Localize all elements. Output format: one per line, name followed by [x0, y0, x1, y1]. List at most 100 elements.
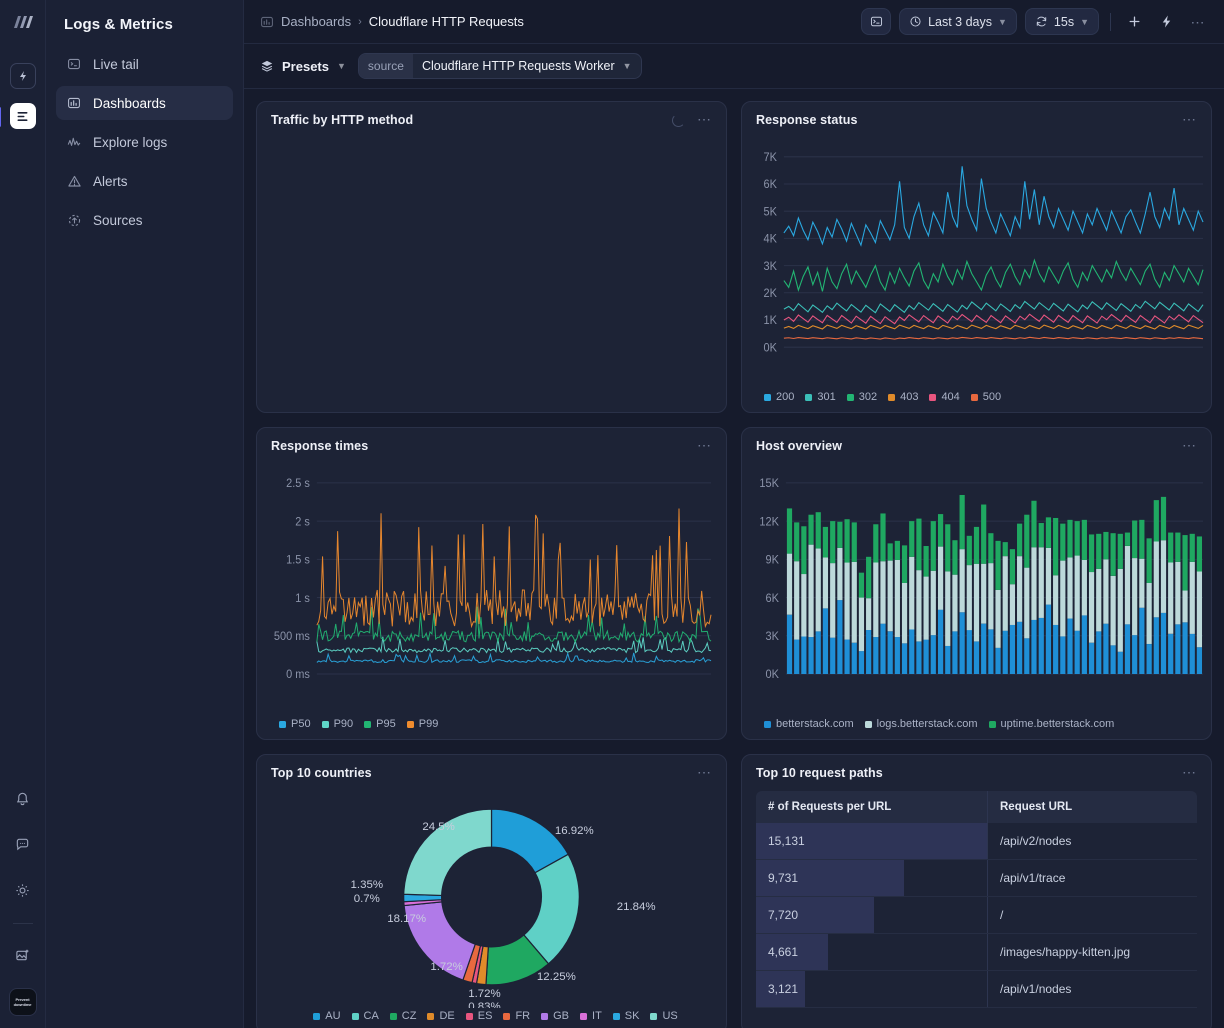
svg-text:7K: 7K	[764, 152, 778, 164]
more-dots-icon: ⋯	[1182, 111, 1197, 127]
legend-item[interactable]: uptime.betterstack.com	[988, 718, 1114, 730]
panel-menu-button[interactable]: ⋯	[1182, 437, 1197, 455]
legend-item[interactable]: 302	[846, 391, 877, 403]
donut-slice-label: 21.84%	[617, 901, 656, 913]
terminal-toggle-button[interactable]	[861, 8, 892, 35]
legend-label: betterstack.com	[776, 718, 854, 730]
panel-menu-button[interactable]: ⋯	[1182, 764, 1197, 782]
sidebar-item-explore-logs[interactable]: Explore logs	[56, 125, 233, 159]
more-dots-icon: ⋯	[697, 437, 712, 453]
legend-label: 403	[900, 391, 919, 403]
legend-swatch	[846, 393, 854, 401]
legend-item[interactable]: US	[650, 1010, 678, 1022]
refresh-interval-label: 15s	[1053, 14, 1075, 29]
legend-item[interactable]: P50	[279, 718, 311, 730]
source-filter-key: source	[358, 54, 413, 78]
legend-label: CZ	[401, 1010, 417, 1022]
panel-title: Host overview	[756, 439, 843, 453]
add-panel-button[interactable]	[1122, 10, 1146, 34]
response-times-chart[interactable]: 0 ms 500 ms 1 s 1.5 s 2 s 2.5 s	[257, 464, 726, 716]
legend-label: GB	[553, 1010, 570, 1022]
legend-item[interactable]: P90	[321, 718, 353, 730]
panel-menu-button[interactable]: ⋯	[697, 764, 712, 782]
table-row[interactable]: 9,731/api/v1/trace	[756, 860, 1197, 897]
panel-menu-button[interactable]: ⋯	[1182, 111, 1197, 129]
legend-item[interactable]: ES	[465, 1010, 492, 1022]
countries-legend: AU CA CZ DE ES FR GB IT SK US	[257, 1008, 726, 1028]
legend-item[interactable]: IT	[580, 1010, 602, 1022]
table-row[interactable]: 7,720 /	[756, 897, 1197, 934]
legend-item[interactable]: 500	[970, 391, 1001, 403]
panel-title: Top 10 request paths	[756, 766, 883, 780]
sidebar-item-sources[interactable]: Sources	[56, 203, 233, 237]
legend-item[interactable]: P99	[406, 718, 438, 730]
donut-slice-label: 0.83%	[468, 1001, 501, 1008]
legend-item[interactable]: betterstack.com	[764, 718, 854, 730]
sidebar-item-live-tail[interactable]: Live tail	[56, 47, 233, 81]
legend-item[interactable]: 301	[805, 391, 836, 403]
svg-text:12K: 12K	[759, 516, 779, 528]
legend-item[interactable]: CA	[351, 1010, 379, 1022]
svg-text:4K: 4K	[764, 233, 778, 245]
source-filter-value-group[interactable]: Cloudflare HTTP Requests Worker ▼	[413, 54, 641, 78]
quick-action-bolt-button[interactable]	[1154, 10, 1178, 34]
bell-icon[interactable]	[10, 785, 36, 811]
legend-item[interactable]: logs.betterstack.com	[864, 718, 978, 730]
table-row[interactable]: 3,121/api/v1/nodes	[756, 971, 1197, 1008]
presets-button[interactable]: Presets ▼	[260, 59, 346, 74]
svg-text:500 ms: 500 ms	[274, 631, 310, 643]
source-filter-chip[interactable]: source Cloudflare HTTP Requests Worker ▼	[357, 53, 642, 79]
table-header-row: # of Requests per URL Request URL	[756, 791, 1197, 823]
sun-theme-icon[interactable]	[10, 877, 36, 903]
cell-request-url: /api/v1/trace	[1000, 871, 1066, 885]
prevent-downtime-badge[interactable]: Prevent downtime	[8, 988, 37, 1016]
svg-text:1K: 1K	[764, 315, 778, 327]
response-status-chart[interactable]: 0K 1K 2K 3K 4K 5K 6K 7K	[742, 138, 1211, 389]
cell-request-url: /	[1000, 908, 1004, 922]
request-paths-table-body: # of Requests per URL Request URL 15,131…	[742, 791, 1211, 1028]
legend-swatch	[888, 393, 896, 401]
svg-text:9K: 9K	[766, 554, 780, 566]
legend-swatch	[503, 1012, 511, 1020]
legend-item[interactable]: P95	[364, 718, 396, 730]
legend-item[interactable]: SK	[612, 1010, 639, 1022]
legend-item[interactable]: 403	[888, 391, 918, 403]
table-row[interactable]: 15,131/api/v2/nodes	[756, 823, 1197, 860]
legend-item[interactable]: AU	[313, 1010, 341, 1022]
legend-item[interactable]: CZ	[389, 1010, 417, 1022]
table-row[interactable]: 4,661/images/happy-kitten.jpg	[756, 934, 1197, 971]
refresh-interval-picker[interactable]: 15s ▼	[1024, 8, 1099, 35]
breadcrumb-root-link[interactable]: Dashboards	[281, 14, 351, 29]
legend-item[interactable]: DE	[427, 1010, 455, 1022]
response-status-legend: 200 301 302 403 404 500	[742, 389, 1211, 412]
panel-response-status: Response status ⋯ 0K 1K 2K 3K 4K 5K 6K 7K 200 30…	[741, 101, 1212, 413]
uptime-monitor-icon[interactable]	[9, 63, 36, 89]
chat-icon[interactable]	[10, 831, 36, 857]
panel-menu-button[interactable]: ⋯	[697, 437, 712, 455]
legend-swatch	[427, 1012, 435, 1020]
panel-menu-button[interactable]: ⋯	[697, 111, 712, 129]
panel-top-10-request-paths: Top 10 request paths ⋯ # of Requests per…	[741, 754, 1212, 1028]
column-header-url[interactable]: Request URL	[988, 791, 1197, 823]
legend-swatch	[321, 720, 329, 728]
logs-metrics-icon[interactable]	[0, 103, 36, 129]
panel-header: Top 10 request paths ⋯	[742, 755, 1211, 791]
image-plus-icon[interactable]	[10, 942, 36, 968]
sidebar-item-dashboards[interactable]: Dashboards	[56, 86, 233, 120]
legend-item[interactable]: GB	[541, 1010, 569, 1022]
svg-text:15K: 15K	[759, 478, 779, 490]
more-options-button[interactable]: ⋯	[1186, 10, 1210, 34]
svg-text:0K: 0K	[766, 669, 780, 681]
column-header-count[interactable]: # of Requests per URL	[756, 791, 988, 823]
legend-item[interactable]: 404	[929, 391, 960, 403]
time-range-picker[interactable]: Last 3 days ▼	[899, 8, 1017, 35]
legend-item[interactable]: 200	[764, 391, 794, 403]
sidebar-item-alerts[interactable]: Alerts	[56, 164, 233, 198]
sidebar-item-label: Explore logs	[93, 134, 168, 150]
countries-donut-chart[interactable]: 16.92% 21.84% 12.25% 1.72% 0.83% 1.72% 18.17% 0…	[257, 791, 726, 1008]
donut-slice-label: 1.72%	[430, 961, 463, 973]
cell-request-url: /api/v1/nodes	[1000, 982, 1072, 996]
legend-item[interactable]: FR	[503, 1010, 530, 1022]
chevron-down-icon: ▼	[1080, 16, 1089, 27]
host-overview-chart[interactable]: 0K 3K 6K 9K 12K 15K	[742, 464, 1211, 716]
